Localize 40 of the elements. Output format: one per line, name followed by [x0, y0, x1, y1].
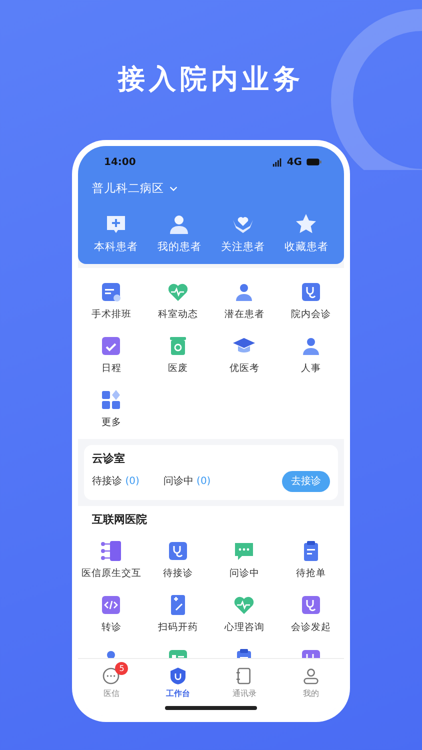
shortcut-item[interactable]: 待接诊	[144, 538, 211, 581]
shortcut-item[interactable]: 医废	[144, 334, 211, 376]
shortcut-item[interactable]: 问诊中	[211, 538, 278, 581]
shortcut-item[interactable]: 潜在患者	[211, 280, 278, 322]
signal-icon	[272, 156, 283, 168]
flowchart-icon	[99, 538, 124, 562]
shortcut-item[interactable]: 医信原生交互	[78, 538, 144, 581]
shield-icon	[168, 666, 188, 686]
shortcut-item[interactable]: 转诊	[78, 592, 144, 635]
status-time: 14:00	[104, 156, 136, 170]
shortcut-item[interactable]: 会诊发起	[278, 592, 344, 635]
shortcut-item[interactable]: 待抢单	[278, 538, 344, 581]
person-icon	[300, 666, 321, 686]
shortcut-item[interactable]: 心理咨询	[211, 592, 278, 635]
badge-count: 5	[115, 662, 128, 675]
network-label: 4G	[286, 156, 302, 170]
shortcut-item[interactable]: 人事	[278, 334, 344, 376]
ward-selector[interactable]: 普儿科二病区	[92, 180, 179, 198]
tab-item[interactable]: 医信 5	[78, 665, 144, 716]
patient-tab[interactable]: 关注患者	[211, 212, 274, 256]
chat-icon	[101, 666, 122, 686]
patient-tab[interactable]: 我的患者	[148, 212, 211, 256]
shortcut-item[interactable]: 更多	[78, 388, 144, 430]
shortcut-item[interactable]: 科室动态	[144, 280, 211, 322]
shortcut-item[interactable]: 扫码开药	[144, 592, 211, 635]
headline: 接入院内业务	[118, 64, 304, 95]
shortcut-item[interactable]: 日程	[78, 334, 144, 376]
count-text: 待接诊 (0)	[92, 474, 140, 489]
section-title: 互联网医院	[91, 512, 148, 528]
shortcut-item[interactable]: 手术排班	[78, 280, 144, 322]
patient-tab[interactable]: 本科患者	[84, 212, 148, 256]
tab-item[interactable]: 我的	[278, 665, 344, 716]
tab-item[interactable]: 工作台	[144, 665, 211, 716]
count-text: 问诊中 (0)	[163, 474, 211, 489]
patient-tab[interactable]: 收藏患者	[274, 212, 338, 256]
section-title: 云诊室	[92, 450, 126, 466]
shortcut-item[interactable]: 院内会诊	[278, 280, 344, 322]
shortcut-item[interactable]: 优医考	[211, 334, 278, 376]
star-icon	[294, 212, 318, 236]
tab-item[interactable]: 通讯录	[211, 665, 278, 716]
